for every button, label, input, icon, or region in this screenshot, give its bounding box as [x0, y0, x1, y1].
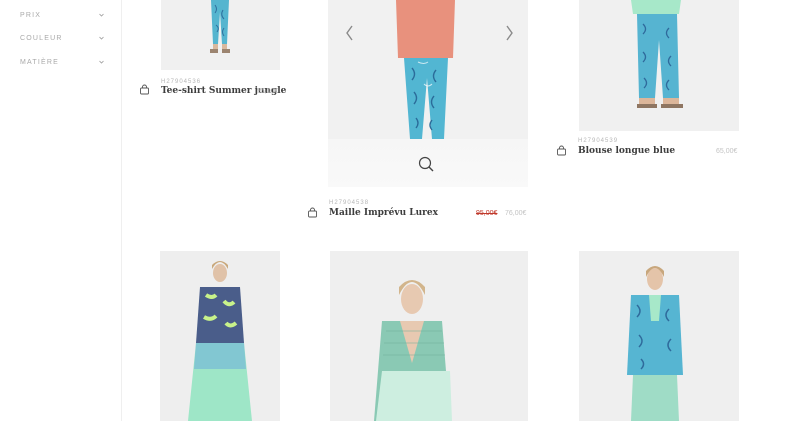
- chevron-down-icon: [99, 36, 104, 40]
- shopping-bag-icon[interactable]: [139, 84, 150, 95]
- filter-material[interactable]: MATIÈRE: [20, 55, 104, 69]
- product-photo-figure: [210, 0, 230, 53]
- product-name[interactable]: Maille Imprévu Lurex: [329, 208, 438, 218]
- shopping-bag-icon[interactable]: [307, 207, 318, 218]
- product-image[interactable]: [161, 0, 280, 70]
- product-sku: H27904539: [578, 138, 619, 144]
- chevron-down-icon: [99, 13, 104, 17]
- filter-price-label: PRIX: [20, 11, 42, 19]
- filter-color-label: COULEUR: [20, 34, 63, 42]
- product-image[interactable]: [330, 251, 528, 421]
- product-sku: H27904538: [329, 200, 370, 206]
- product-photo-figure: [396, 0, 455, 139]
- product-image[interactable]: [579, 251, 739, 421]
- product-image[interactable]: [160, 251, 280, 421]
- chevron-left-icon[interactable]: [344, 24, 356, 42]
- product-image[interactable]: [579, 0, 739, 131]
- chevron-right-icon[interactable]: [503, 24, 515, 42]
- filter-color[interactable]: COULEUR: [20, 31, 104, 45]
- product-price: 65,00€: [716, 148, 738, 155]
- product-sku: H27904536: [161, 79, 202, 85]
- filter-sidebar: PRIX COULEUR MATIÈRE: [0, 0, 122, 421]
- product-photo-figure: [188, 261, 252, 421]
- product-old-price: 95,00€: [476, 210, 498, 217]
- product-name[interactable]: Blouse longue blue: [578, 146, 675, 156]
- filter-material-label: MATIÈRE: [20, 58, 59, 66]
- product-price: 76,00€: [505, 210, 527, 217]
- shopping-bag-icon[interactable]: [556, 145, 567, 156]
- magnifier-icon[interactable]: [417, 155, 435, 173]
- chevron-down-icon: [99, 60, 104, 64]
- filter-price[interactable]: PRIX: [20, 8, 104, 22]
- product-price: 55,00€: [257, 88, 279, 95]
- product-image-slider[interactable]: [328, 0, 528, 139]
- product-photo-figure: [374, 280, 452, 421]
- product-photo-figure: [631, 0, 683, 108]
- product-photo-figure: [627, 266, 683, 421]
